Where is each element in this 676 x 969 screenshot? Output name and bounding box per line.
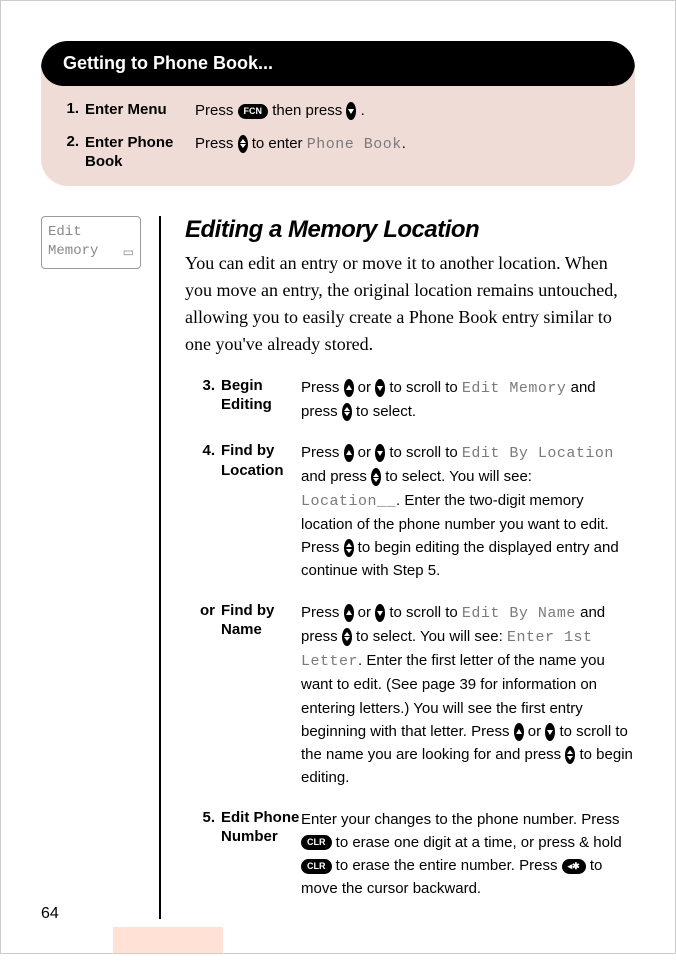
proc-num: 5. (185, 808, 215, 826)
text: . (402, 135, 406, 152)
proc-step-or: or Find by Name Press or to scroll to Ed… (185, 601, 635, 790)
text: Press (195, 135, 238, 152)
select-key-icon (565, 746, 575, 764)
text: to select. You will see: (352, 628, 507, 645)
main-content: Edit Memory ▭ Editing a Memory Location … (41, 216, 635, 919)
header-panel: Getting to Phone Book... 1. Enter Menu P… (41, 41, 635, 186)
down-key-icon (545, 723, 555, 741)
proc-num: 4. (185, 441, 215, 459)
up-key-icon (344, 379, 354, 397)
clr-key-icon: CLR (301, 835, 332, 850)
proc-body: Press or to scroll to Edit Memory and pr… (301, 376, 635, 424)
panel-body: 1. Enter Menu Press FCN then press . 2. … (41, 86, 635, 186)
up-key-icon (514, 723, 524, 741)
step-label: Enter Phone Book (79, 133, 195, 172)
step-number: 1. (51, 100, 79, 117)
proc-label: Begin Editing (215, 376, 301, 415)
proc-body: Press or to scroll to Edit By Name and p… (301, 601, 635, 790)
page-number: 64 (41, 905, 59, 923)
proc-body: Press or to scroll to Edit By Location a… (301, 441, 635, 583)
select-key-icon (371, 468, 381, 486)
proc-num: or (185, 601, 215, 619)
clr-key-icon: CLR (301, 859, 332, 874)
down-key-icon (346, 102, 356, 120)
select-key-icon (342, 403, 352, 421)
step-label: Enter Menu (79, 100, 195, 120)
proc-step-4: 4. Find by Location Press or to scroll t… (185, 441, 635, 583)
select-key-icon (238, 135, 248, 153)
proc-step-3: 3. Begin Editing Press or to scroll to E… (185, 376, 635, 424)
proc-num: 3. (185, 376, 215, 394)
text: or (354, 444, 376, 461)
text: to select. (352, 403, 416, 420)
text: Press (301, 604, 344, 621)
text: Enter your changes to the phone number. … (301, 811, 620, 828)
lcd-line: Memory (48, 242, 134, 262)
up-key-icon (344, 604, 354, 622)
down-key-icon (375, 604, 385, 622)
text: to erase the entire number. Press (332, 857, 562, 874)
article: Editing a Memory Location You can edit a… (159, 216, 635, 919)
proc-label: Edit Phone Number (215, 808, 301, 847)
text: or (354, 604, 376, 621)
panel-step-2: 2. Enter Phone Book Press to enter Phone… (51, 133, 625, 172)
text: to erase one digit at a time, or press &… (332, 834, 622, 851)
text: to enter (252, 135, 307, 152)
up-key-icon (344, 444, 354, 462)
text: to scroll to (385, 604, 462, 621)
footer-color-bar (113, 927, 223, 953)
proc-step-5: 5. Edit Phone Number Enter your changes … (185, 808, 635, 901)
article-title: Editing a Memory Location (185, 216, 635, 244)
text: to scroll to (385, 444, 462, 461)
step-body: Press FCN then press . (195, 100, 625, 123)
text: to scroll to (385, 379, 462, 396)
panel-step-1: 1. Enter Menu Press FCN then press . (51, 100, 625, 123)
text: . (361, 102, 365, 119)
back-star-key-icon: ◂✱ (562, 859, 586, 874)
select-key-icon (344, 539, 354, 557)
text: then press (272, 102, 346, 119)
step-number: 2. (51, 133, 79, 150)
lcd-line: Edit (48, 223, 134, 243)
lcd-text: Edit By Location (462, 445, 614, 462)
panel-title: Getting to Phone Book... (41, 41, 635, 86)
book-icon: ▭ (123, 245, 134, 262)
down-key-icon (375, 379, 385, 397)
proc-body: Enter your changes to the phone number. … (301, 808, 635, 901)
down-key-icon (375, 444, 385, 462)
sidebar: Edit Memory ▭ (41, 216, 141, 269)
proc-label: Find by Name (215, 601, 301, 640)
text: Press (301, 379, 344, 396)
proc-label: Find by Location (215, 441, 301, 480)
text: and press (301, 468, 371, 485)
lcd-text: Phone Book (307, 136, 402, 153)
text: or (354, 379, 376, 396)
text: to select. You will see: (381, 468, 532, 485)
text: or (524, 723, 546, 740)
lcd-text: Edit By Name (462, 605, 576, 622)
fcn-key-icon: FCN (238, 104, 269, 119)
lcd-text: Location__ (301, 493, 396, 510)
text: Press (195, 102, 238, 119)
select-key-icon (342, 628, 352, 646)
step-body: Press to enter Phone Book. (195, 133, 625, 157)
lcd-text: Edit Memory (462, 380, 567, 397)
article-intro: You can edit an entry or move it to anot… (185, 250, 635, 358)
lcd-display-box: Edit Memory ▭ (41, 216, 141, 269)
text: Press (301, 444, 344, 461)
